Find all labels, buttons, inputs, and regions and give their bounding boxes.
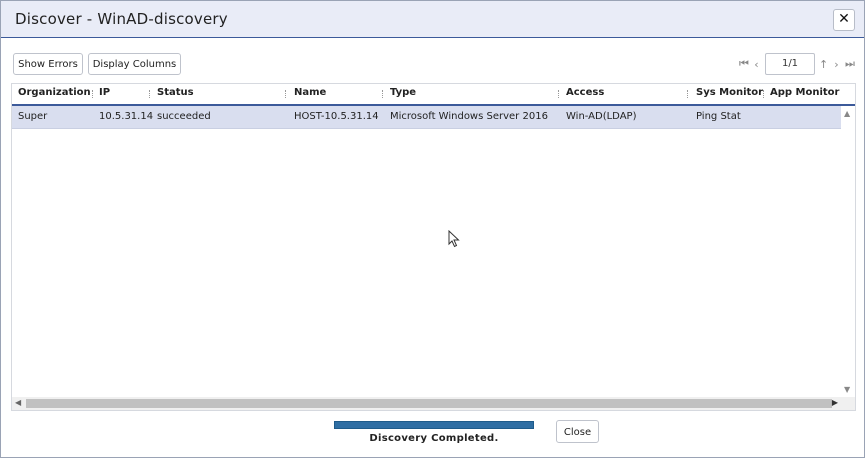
column-header-app-monitor[interactable]: App Monitor (770, 84, 840, 104)
cell-organization: Super (18, 111, 48, 122)
horizontal-scrollbar[interactable]: ◀ ▶ (12, 397, 855, 410)
cell-sys-monitor: Ping Stat (696, 111, 741, 122)
cell-type: Microsoft Windows Server 2016 (390, 111, 548, 122)
scroll-down-icon[interactable]: ▼ (844, 385, 850, 394)
cell-access: Win-AD(LDAP) (566, 111, 637, 122)
results-grid: Organization IP Status Name Type Access … (11, 83, 856, 411)
cell-status: succeeded (157, 111, 211, 122)
mouse-cursor-icon (448, 230, 460, 248)
discovery-progress-bar (334, 421, 534, 429)
discovery-status-text: Discovery Completed. (369, 433, 499, 444)
grid-header: Organization IP Status Name Type Access … (12, 84, 855, 106)
show-errors-button[interactable]: Show Errors (13, 53, 83, 75)
cell-name: HOST-10.5.31.14 (294, 111, 379, 122)
scroll-left-icon[interactable]: ◀ (15, 398, 21, 407)
pager: ⏮ ‹ 1/1 ↑ › ⏭ (739, 53, 855, 75)
progress-fill (335, 422, 533, 428)
close-button[interactable]: Close (556, 420, 599, 443)
horizontal-scroll-thumb[interactable] (26, 399, 832, 408)
dialog-title: Discover - WinAD-discovery (15, 10, 228, 28)
column-header-ip[interactable]: IP (99, 84, 151, 104)
column-header-status[interactable]: Status (157, 84, 287, 104)
last-page-icon[interactable]: ⏭ (845, 57, 855, 71)
first-page-icon[interactable]: ⏮ (739, 57, 749, 71)
column-header-organization[interactable]: Organization (18, 84, 94, 104)
scroll-up-icon[interactable]: ▲ (844, 109, 850, 118)
prev-page-icon[interactable]: ‹ (752, 58, 761, 71)
column-header-access[interactable]: Access (566, 84, 689, 104)
column-header-name[interactable]: Name (294, 84, 384, 104)
page-number-input[interactable]: 1/1 (765, 53, 815, 75)
display-columns-button[interactable]: Display Columns ▾ (88, 53, 181, 92)
discover-dialog: Discover - WinAD-discovery ✕ Show Errors… (0, 0, 865, 458)
scroll-right-icon[interactable]: ▶ (832, 398, 838, 407)
next-page-icon[interactable]: › (832, 58, 841, 71)
dialog-titlebar: Discover - WinAD-discovery ✕ (1, 1, 864, 38)
column-header-type[interactable]: Type (390, 84, 560, 104)
vertical-scrollbar[interactable]: ▲ ▼ (841, 106, 855, 397)
column-header-sys-monitor[interactable]: Sys Monitor (696, 84, 765, 104)
display-columns-label: Display Columns (92, 59, 177, 70)
refresh-icon[interactable]: ↑ (819, 58, 828, 71)
table-row[interactable]: Super 10.5.31.14 succeeded HOST-10.5.31.… (12, 106, 841, 129)
close-icon[interactable]: ✕ (833, 9, 855, 31)
cell-ip: 10.5.31.14 (99, 111, 154, 122)
